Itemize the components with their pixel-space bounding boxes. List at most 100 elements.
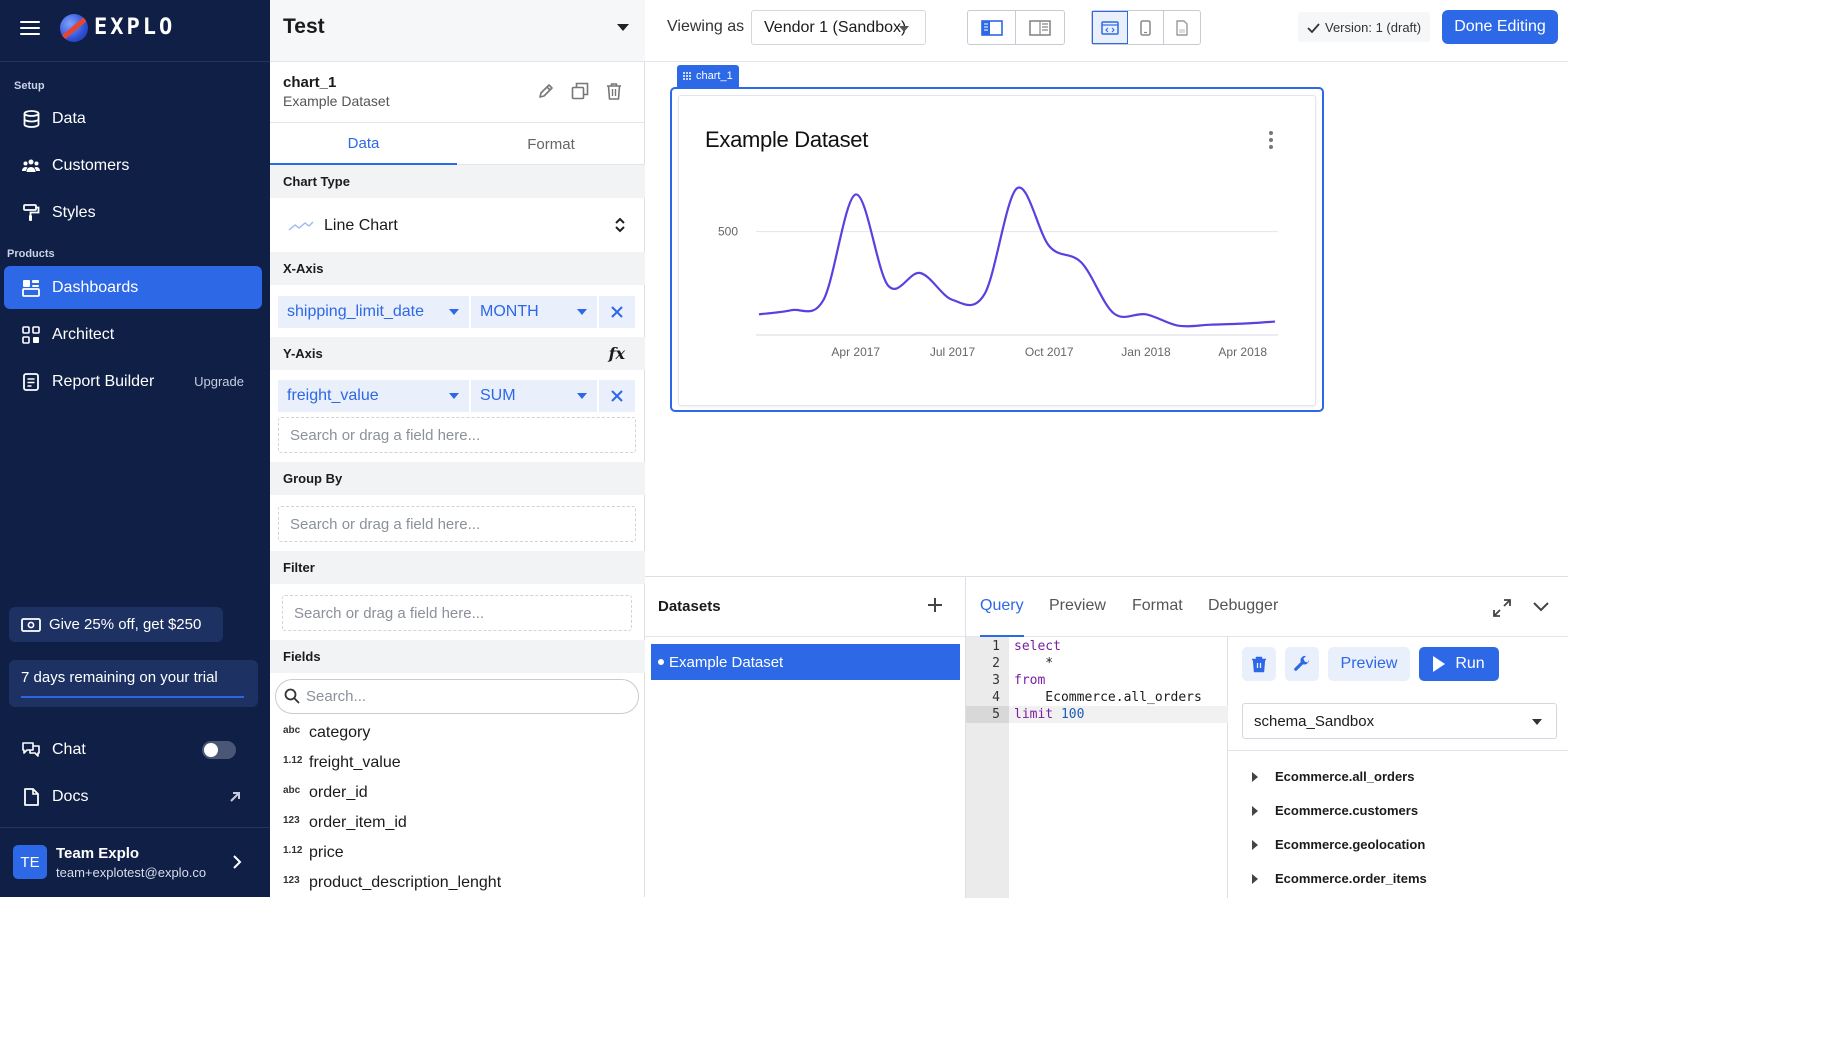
user-menu[interactable]: TE Team Explo team+explotest@explo.co (0, 827, 270, 897)
datasets-list: Example Dataset (645, 637, 966, 898)
line-number: 3 (992, 673, 1000, 688)
field-item[interactable]: 1.12 price (283, 842, 344, 864)
tab-query[interactable]: Query (980, 597, 1024, 637)
line-number: 5 (966, 706, 1009, 723)
field-item[interactable]: abc category (283, 722, 370, 744)
sidebar-item-data[interactable]: Data (4, 97, 262, 140)
run-button[interactable]: Run (1419, 647, 1499, 681)
x-axis-remove-button[interactable] (599, 296, 635, 328)
dataset-item[interactable]: Example Dataset (651, 644, 960, 680)
format-sql-button[interactable] (1285, 647, 1319, 681)
line-chart: 500 Apr 2017 Jul 2017 Oct 2017 Jan 2018 Apr 2… (718, 186, 1278, 359)
sidebar-item-dashboards[interactable]: Dashboards (4, 266, 262, 309)
sidebar-item-docs[interactable]: Docs (4, 775, 262, 818)
version-badge[interactable]: Version: 1 (draft) (1298, 12, 1431, 42)
schema-select[interactable]: schema_Sandbox (1242, 703, 1557, 739)
duplicate-icon[interactable] (571, 82, 589, 100)
chat-toggle[interactable] (202, 741, 236, 759)
dashboard-title-bar[interactable]: Test (270, 0, 645, 62)
drag-grip-icon (683, 72, 691, 80)
expand-icon[interactable] (1493, 599, 1511, 617)
field-search-input[interactable]: Search... (275, 679, 639, 714)
caret-down-icon (899, 26, 909, 32)
field-item[interactable]: 123 product_description_lenght (283, 872, 501, 894)
dataset-editor: Datasets Example Dataset Query Preview F… (645, 576, 1568, 898)
field-type-badge: 123 (283, 814, 300, 826)
search-placeholder: Search... (306, 688, 367, 705)
field-type-badge: abc (283, 784, 301, 796)
pdf-view-button[interactable] (1164, 11, 1200, 44)
sidebar-item-customers[interactable]: Customers (4, 144, 262, 187)
y-axis-aggregation-select[interactable]: SUM (471, 380, 597, 412)
y-axis-remove-button[interactable] (599, 380, 635, 412)
user-email: team+explotest@explo.co (56, 865, 207, 880)
caret-down-icon (449, 393, 459, 399)
promo-label: Give 25% off, get $250 (49, 616, 202, 633)
trial-banner[interactable]: 7 days remaining on your trial (9, 660, 258, 707)
chevron-down-icon[interactable] (1533, 602, 1549, 612)
code-line: Ecommerce.all_orders (1014, 690, 1202, 705)
y-tick-label: 500 (718, 225, 738, 239)
sql-editor[interactable]: 1 2 3 4 5 select * from Ecommerce.all_or… (966, 637, 1228, 898)
sidebar-item-chat[interactable]: Chat (4, 728, 262, 771)
referral-promo-button[interactable]: Give 25% off, get $250 (9, 607, 223, 642)
layout-editor-right-button[interactable] (1016, 11, 1064, 44)
schema-table-name: Ecommerce.all_orders (1275, 769, 1415, 784)
tab-preview[interactable]: Preview (1049, 597, 1106, 615)
formula-fx-icon[interactable]: fx (609, 344, 625, 363)
pencil-icon[interactable] (537, 82, 555, 100)
search-icon (284, 688, 300, 704)
sidebar-item-label: Architect (52, 325, 115, 343)
tab-debugger[interactable]: Debugger (1208, 597, 1278, 615)
tab-format[interactable]: Format (457, 123, 645, 165)
x-tick-label: Jul 2017 (930, 345, 976, 359)
sidebar-item-report-builder[interactable]: Report Builder Upgrade (4, 360, 262, 403)
schema-table-item[interactable]: Ecommerce.order_items (1252, 871, 1427, 886)
chart-drag-handle[interactable]: chart_1 (677, 65, 739, 87)
desktop-view-button[interactable] (1092, 11, 1128, 44)
chat-icon (22, 741, 40, 759)
schema-value: schema_Sandbox (1254, 712, 1375, 730)
schema-table-item[interactable]: Ecommerce.customers (1252, 803, 1418, 818)
filter-dropzone[interactable]: Search or drag a field here... (282, 595, 632, 631)
field-item[interactable]: abc order_id (283, 782, 368, 804)
trial-progress-bar (21, 696, 244, 698)
caret-down-icon (577, 393, 587, 399)
y-axis-field-select[interactable]: freight_value (278, 380, 469, 412)
dashboard-title: Test (283, 15, 325, 38)
datasets-header: Datasets (645, 577, 966, 637)
done-editing-button[interactable]: Done Editing (1442, 10, 1558, 44)
tab-format[interactable]: Format (1132, 597, 1183, 615)
schema-table-item[interactable]: Ecommerce.all_orders (1252, 769, 1414, 784)
chart-type-select[interactable]: Line Chart (278, 204, 636, 247)
embed-code-icon (1101, 20, 1119, 35)
schema-table-name: Ecommerce.order_items (1275, 871, 1427, 886)
tab-data[interactable]: Data (270, 123, 457, 165)
field-name: freight_value (309, 754, 401, 771)
hamburger-menu-icon[interactable] (20, 18, 40, 38)
architect-icon (22, 325, 40, 344)
sidebar-item-styles[interactable]: Styles (4, 191, 262, 234)
x-axis-field-select[interactable]: shipping_limit_date (278, 296, 469, 328)
preview-button[interactable]: Preview (1328, 647, 1410, 681)
dataset-item-label: Example Dataset (669, 653, 784, 671)
sidebar-item-architect[interactable]: Architect (4, 313, 262, 356)
trash-icon[interactable] (605, 82, 623, 100)
x-axis-bucket-select[interactable]: MONTH (471, 296, 597, 328)
layout-editor-left-button[interactable] (968, 11, 1016, 44)
clear-query-button[interactable] (1242, 647, 1276, 681)
add-dataset-icon[interactable] (927, 597, 943, 615)
mobile-view-button[interactable] (1128, 11, 1164, 44)
field-item[interactable]: 1.12 freight_value (283, 752, 401, 774)
upgrade-link[interactable]: Upgrade (194, 374, 244, 389)
y-axis-dropzone[interactable]: Search or drag a field here... (278, 417, 636, 453)
field-item[interactable]: 123 order_item_id (283, 812, 407, 834)
vendor-select[interactable]: Vendor 1 (Sandbox) (751, 10, 926, 45)
group-by-dropzone[interactable]: Search or drag a field here... (278, 506, 636, 542)
y-axis-field-value: freight_value (287, 387, 379, 404)
schema-table-item[interactable]: Ecommerce.geolocation (1252, 837, 1425, 852)
brand-name: EXPLO (94, 15, 176, 40)
caret-down-icon[interactable] (617, 24, 629, 31)
more-options-icon[interactable] (1268, 131, 1274, 149)
field-name: category (309, 724, 371, 741)
